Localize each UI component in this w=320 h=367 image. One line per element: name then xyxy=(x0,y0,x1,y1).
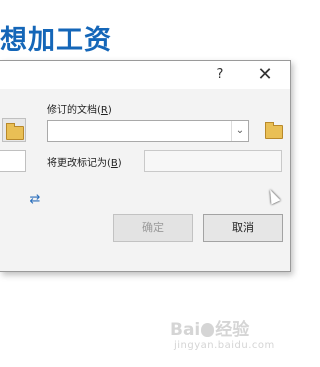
revised-document-browse-icon[interactable] xyxy=(265,122,283,139)
original-document-browse-button[interactable] xyxy=(2,118,26,142)
original-mark-changes-field[interactable] xyxy=(0,150,26,172)
paw-icon xyxy=(201,323,215,337)
compare-documents-dialog: ? ✕ 修订的文档(R) ⌄ 将更改标记为(B) ⇄ 确定 取消 xyxy=(0,60,291,272)
mouse-cursor-icon xyxy=(265,187,281,205)
close-button[interactable]: ✕ xyxy=(255,65,275,85)
dialog-titlebar: ? ✕ xyxy=(0,61,290,89)
mark-changes-field[interactable] xyxy=(144,150,282,172)
revised-document-label: 修订的文档(R) xyxy=(47,105,112,116)
baidu-watermark-url: jingyan.baidu.com xyxy=(174,340,275,351)
folder-icon xyxy=(6,123,24,140)
help-button[interactable]: ? xyxy=(212,67,228,83)
chevron-down-icon[interactable]: ⌄ xyxy=(231,121,248,141)
baidu-watermark-logo: Bai 经验 xyxy=(170,320,250,340)
mark-changes-hotkey: B xyxy=(110,158,118,169)
swap-documents-icon[interactable]: ⇄ xyxy=(26,192,44,208)
revised-document-hotkey: R xyxy=(100,105,108,116)
slide-title: 想加工资 xyxy=(0,25,112,56)
revised-document-combobox[interactable]: ⌄ xyxy=(47,120,249,142)
cancel-button[interactable]: 取消 xyxy=(203,214,283,242)
ok-button[interactable]: 确定 xyxy=(113,214,193,242)
mark-changes-label: 将更改标记为(B) xyxy=(47,158,122,169)
